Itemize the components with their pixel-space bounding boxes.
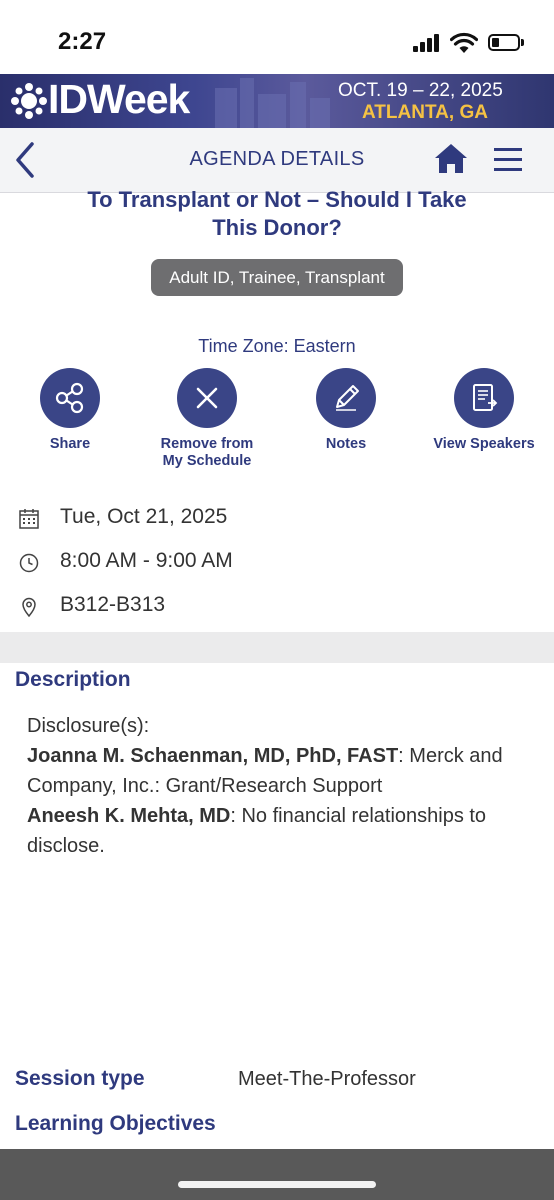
session-title-line1: To Transplant or Not – Should I Take: [87, 187, 467, 212]
share-label: Share: [49, 436, 91, 452]
document-icon: [454, 368, 514, 428]
wifi-icon: [449, 32, 479, 54]
remove-label-line1: Remove from: [160, 436, 254, 452]
hamburger-menu-icon: [494, 148, 522, 171]
notes-button[interactable]: Notes: [276, 368, 416, 453]
notes-label: Notes: [325, 436, 367, 452]
location-pin-icon: [18, 596, 40, 618]
session-title: To Transplant or Not – Should I Take Thi…: [20, 186, 534, 242]
view-speakers-label: View Speakers: [433, 436, 535, 452]
pencil-icon: [316, 368, 376, 428]
speaker-1-name: Joanna M. Schaenman, MD, PhD, FAST: [27, 745, 399, 767]
chevron-left-icon: [16, 142, 34, 178]
home-indicator[interactable]: [178, 1181, 376, 1188]
session-date: Tue, Oct 21, 2025: [60, 505, 228, 528]
back-button[interactable]: [8, 138, 44, 182]
calendar-icon: [18, 508, 40, 530]
session-time: 8:00 AM - 9:00 AM: [60, 549, 233, 572]
close-icon: [177, 368, 237, 428]
clock-icon: [18, 552, 40, 574]
bottom-bar: [0, 1149, 554, 1200]
battery-cap: [521, 39, 524, 46]
speaker-2-name: Aneesh K. Mehta, MD: [27, 805, 231, 827]
section-divider: [0, 632, 554, 663]
session-title-line2: This Donor?: [212, 215, 342, 240]
battery-icon: [488, 34, 520, 51]
session-date-row: Tue, Oct 21, 2025: [18, 505, 418, 535]
session-type-value: Meet-The-Professor: [238, 1068, 416, 1090]
event-banner: IDWeek OCT. 19 – 22, 2025 ATLANTA, GA: [0, 74, 554, 128]
nav-bar: AGENDA DETAILS: [0, 128, 554, 193]
remove-label: Remove from My Schedule: [137, 436, 277, 470]
remove-label-line2: My Schedule: [162, 453, 252, 469]
disclosure-label: Disclosure(s):: [27, 715, 150, 737]
session-room: B312-B313: [60, 593, 166, 616]
description-heading: Description: [15, 668, 131, 691]
idweek-logo: IDWeek: [48, 76, 190, 122]
description-body: Disclosure(s): Joanna M. Schaenman, MD, …: [27, 711, 537, 861]
event-city: ATLANTA, GA: [362, 102, 488, 123]
home-icon: [435, 144, 467, 173]
remove-from-schedule-button[interactable]: Remove from My Schedule: [137, 368, 277, 470]
session-time-row: 8:00 AM - 9:00 AM: [18, 549, 418, 579]
event-dates: OCT. 19 – 22, 2025: [338, 80, 503, 101]
idweek-logo-icon: [10, 82, 48, 120]
view-speakers-button[interactable]: View Speakers: [414, 368, 554, 453]
share-icon: [40, 368, 100, 428]
session-room-row: B312-B313: [18, 593, 418, 623]
menu-button[interactable]: [490, 142, 526, 178]
home-button[interactable]: [432, 140, 470, 178]
page-title: AGENDA DETAILS: [189, 148, 365, 170]
learning-objectives-heading: Learning Objectives: [15, 1112, 216, 1135]
session-type-label: Session type: [15, 1067, 145, 1090]
disclosure-speaker-2: Aneesh K. Mehta, MD: No financial relati…: [27, 801, 537, 861]
status-time: 2:27: [58, 28, 107, 55]
timezone-label: Time Zone: Eastern: [198, 336, 356, 356]
cellular-signal-icon: [413, 34, 443, 52]
session-tags-chip: Adult ID, Trainee, Transplant: [151, 259, 403, 296]
disclosure-speaker-1: Joanna M. Schaenman, MD, PhD, FAST: Merc…: [27, 741, 537, 801]
share-button[interactable]: Share: [0, 368, 140, 453]
